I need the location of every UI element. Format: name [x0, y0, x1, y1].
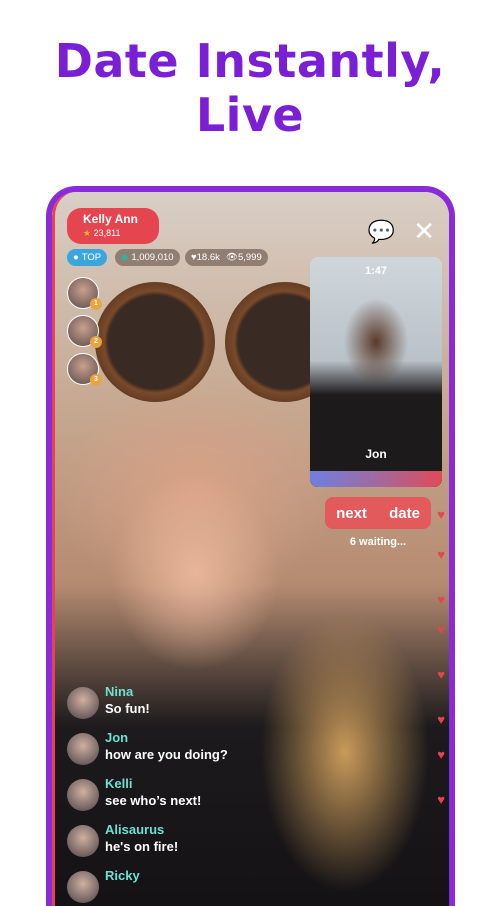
star-icon: ★	[83, 228, 92, 238]
avatar[interactable]	[67, 825, 99, 857]
heart-icon: ♥	[437, 622, 445, 637]
chat-username[interactable]: Nina	[105, 684, 150, 699]
top-viewer-avatar[interactable]: 2	[67, 315, 102, 348]
heart-icon: ♥	[437, 792, 445, 807]
date-video-pip[interactable]: 1:47 Jon	[310, 257, 442, 487]
medal-icon: ●	[73, 252, 79, 263]
top-badge[interactable]: ● TOP	[67, 249, 108, 266]
chat-username[interactable]: Ricky	[105, 868, 140, 883]
avatar[interactable]	[67, 871, 99, 903]
likes-viewers: ♥18.6k 👁5,999	[185, 249, 268, 266]
gems-count: ◆ 1,009,010	[115, 249, 180, 266]
chat-text: see who’s next!	[105, 793, 202, 808]
chat-message: Ricky	[67, 868, 228, 906]
heart-icon: ♥	[437, 747, 445, 762]
chat-text: So fun!	[105, 701, 150, 716]
chat-username[interactable]: Jon	[105, 730, 228, 745]
chat-message: Nina So fun!	[67, 684, 228, 730]
video-content	[95, 282, 345, 412]
phone-frame: Kelly Ann ★ 23,811 ● TOP ◆ 1,009,010 ♥18.6…	[46, 186, 455, 906]
chat-message: Kelli see who’s next!	[67, 776, 228, 822]
top-viewer-avatar[interactable]: 1	[67, 277, 102, 310]
waiting-count: 6 waiting...	[349, 536, 407, 548]
heart-icon: ♥	[437, 547, 445, 562]
next-date-button[interactable]: next date	[325, 497, 431, 529]
viewers-value: 5,999	[237, 252, 262, 263]
avatar[interactable]	[67, 733, 99, 765]
headline-line-1: Date Instantly,	[54, 34, 446, 88]
avatar[interactable]	[67, 779, 99, 811]
date-name: Jon	[365, 447, 387, 461]
rank-badge: 3	[90, 374, 102, 386]
host-score: ★ 23,811	[83, 228, 159, 239]
chat-text: he's on fire!	[105, 839, 179, 854]
heart-icon: ♥	[437, 667, 445, 682]
chat-message: Jon how are you doing?	[67, 730, 228, 776]
headline: Date Instantly, Live	[0, 34, 500, 142]
chat-username[interactable]: Kelli	[105, 776, 201, 791]
next-label: next	[336, 504, 367, 522]
rank-badge: 2	[90, 336, 102, 348]
host-score-value: 23,811	[93, 228, 121, 238]
chat-message: Alisaurus he's on fire!	[67, 822, 228, 868]
chat-username[interactable]: Alisaurus	[105, 822, 178, 837]
eye-icon: 👁	[225, 252, 238, 263]
host-badge[interactable]: Kelly Ann ★ 23,811	[67, 208, 159, 244]
live-video: Kelly Ann ★ 23,811 ● TOP ◆ 1,009,010 ♥18.6…	[52, 192, 449, 906]
date-progress-bar	[310, 471, 442, 487]
top-label: TOP	[81, 252, 102, 263]
gems-value: 1,009,010	[131, 252, 174, 263]
date-timer: 1:47	[364, 265, 388, 277]
top-viewer-avatar[interactable]: 3	[67, 353, 102, 386]
heart-icon: ♥	[437, 592, 445, 607]
chat-feed: Nina So fun! Jon how are you doing? Kelli s…	[67, 684, 228, 906]
gem-icon: ◆	[121, 252, 129, 263]
host-name: Kelly Ann	[83, 212, 138, 226]
close-icon[interactable]: ✕	[413, 216, 435, 247]
chat-text: how are you doing?	[105, 747, 228, 762]
headline-line-2: Live	[195, 88, 305, 142]
rank-badge: 1	[90, 298, 102, 310]
avatar[interactable]	[67, 687, 99, 719]
likes-value: 18.6k	[196, 252, 220, 263]
heart-icon: ♥	[437, 507, 445, 522]
date-label: date	[389, 504, 420, 522]
chat-bubbles-icon[interactable]: 💬	[368, 219, 395, 245]
heart-icon: ♥	[437, 712, 445, 727]
